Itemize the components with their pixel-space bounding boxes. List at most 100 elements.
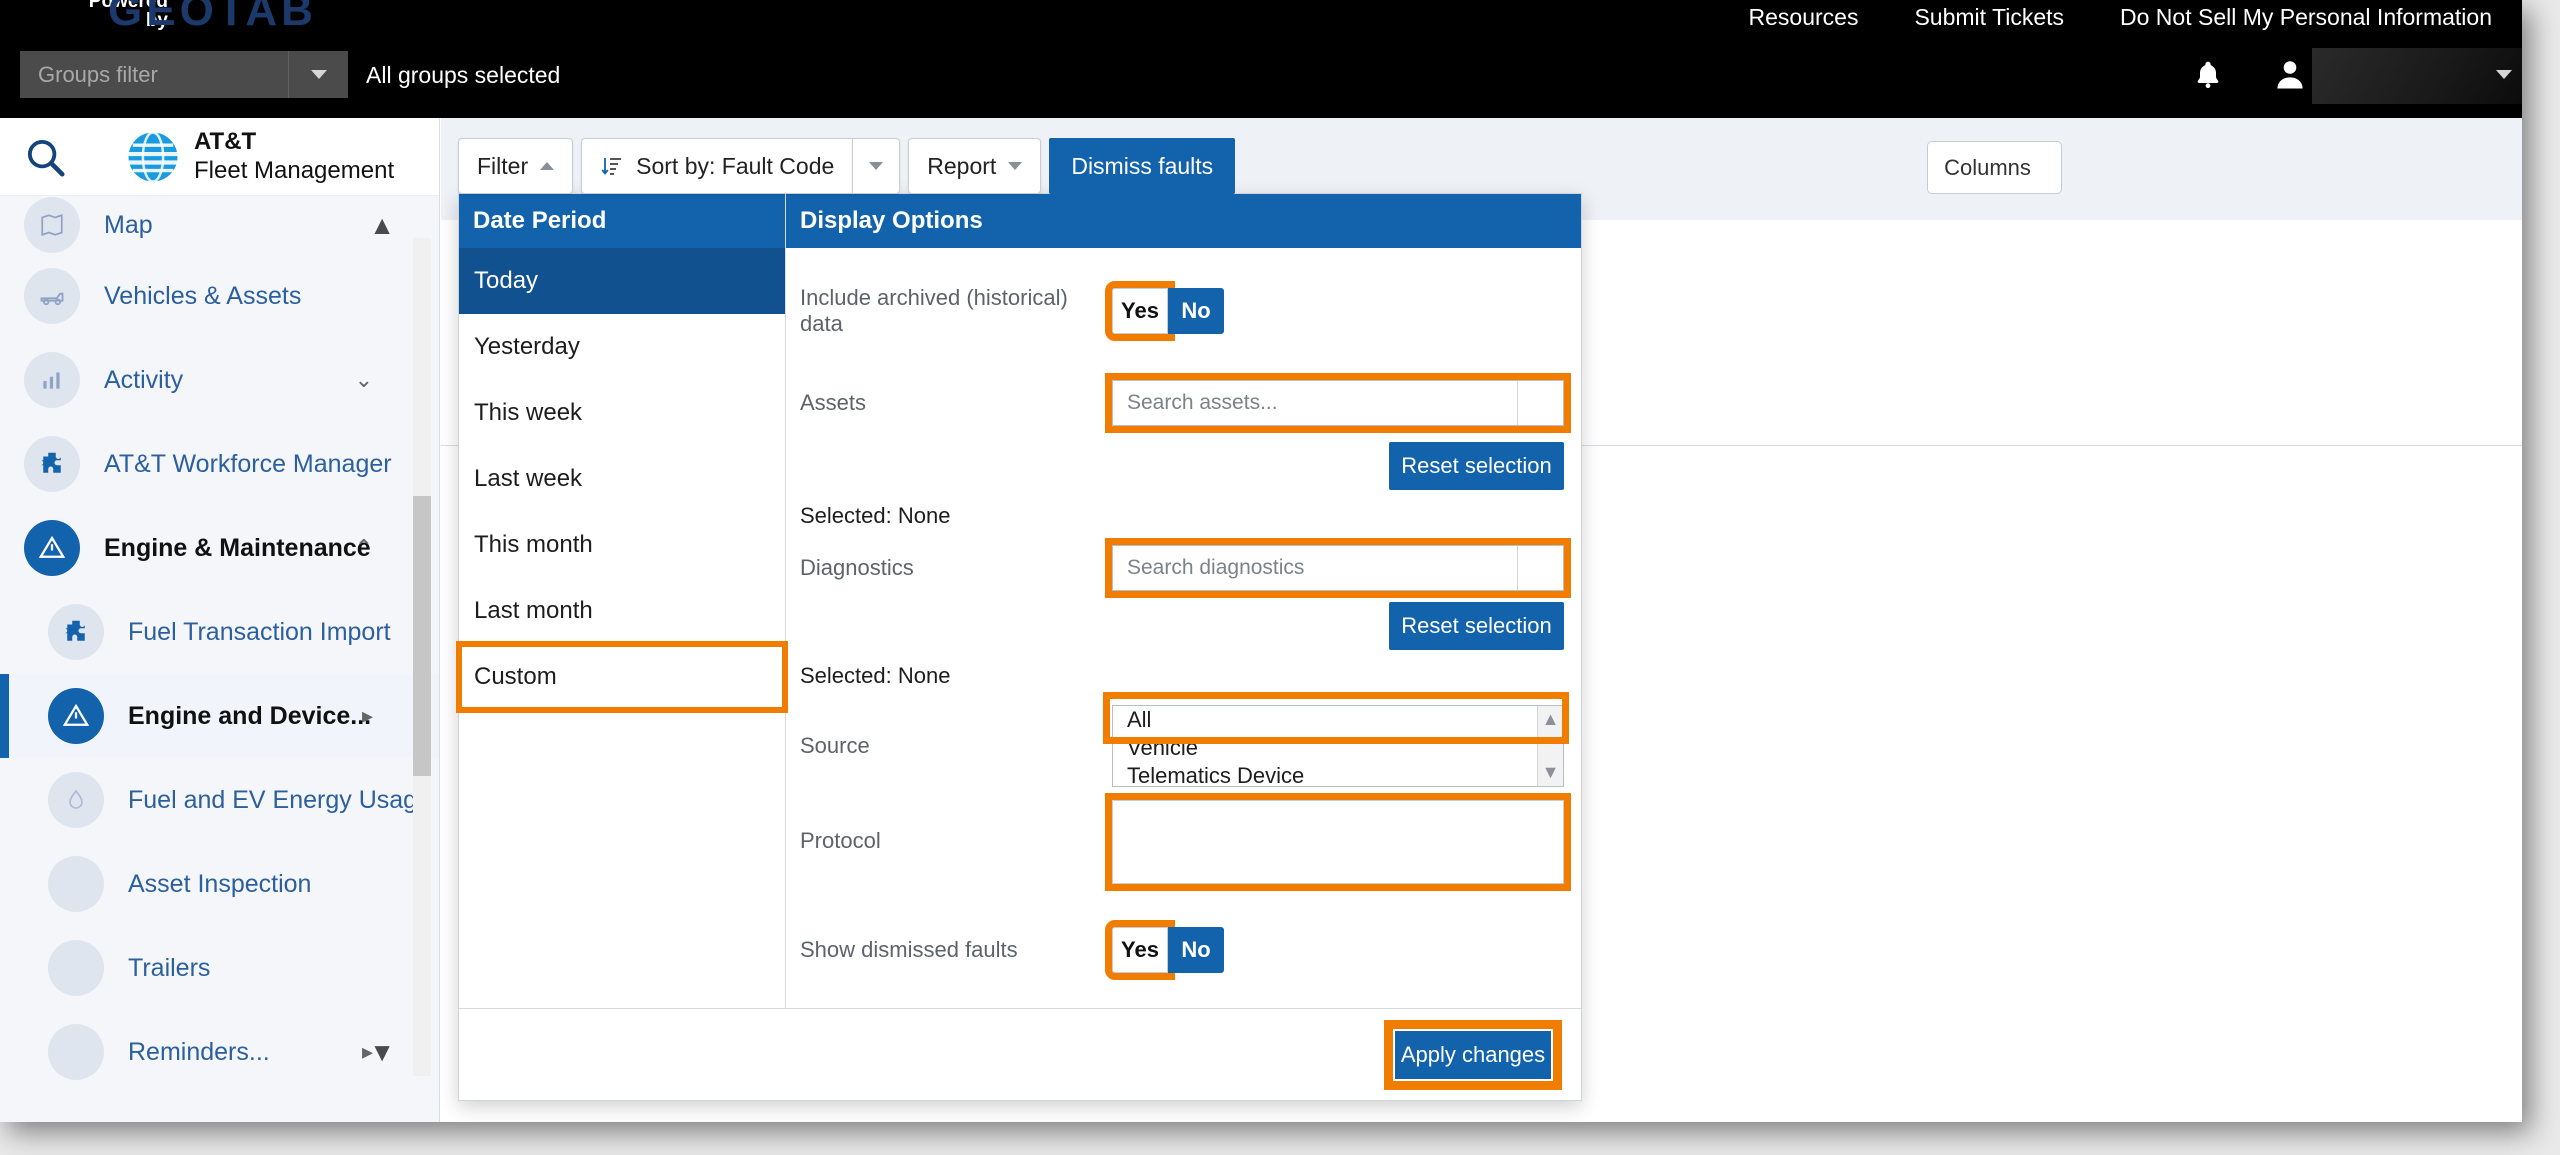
groups-selected-label: All groups selected: [366, 62, 561, 88]
date-option-this-month[interactable]: This month: [459, 512, 785, 578]
chevron-down-icon[interactable]: ⌄: [355, 367, 373, 393]
sidebar-item-engine-and-device[interactable]: Engine and Device... ▸: [0, 674, 439, 758]
source-option-telematics-device[interactable]: Telematics Device: [1113, 762, 1537, 786]
link-do-not-sell[interactable]: Do Not Sell My Personal Information: [2120, 4, 2492, 31]
assets-search-placeholder: Search assets...: [1127, 391, 1278, 414]
apply-changes-button[interactable]: Apply changes: [1384, 1019, 1562, 1090]
source-listbox[interactable]: All Vehicle Telematics Device ▲ ▼: [1112, 705, 1564, 787]
engine-warning-icon: [24, 520, 80, 576]
engine-warning-icon: [48, 688, 104, 744]
show-dismissed-no-button[interactable]: No: [1168, 927, 1224, 973]
top-header-bar: Powered by GEOTAB Resources Submit Ticke…: [0, 0, 2522, 118]
assets-dropdown-arrow[interactable]: [1517, 381, 1563, 425]
sidebar-item-label: AT&T Workforce Manager: [104, 449, 392, 478]
sidebar-scroll-area: Map ▲ Vehicles & Assets Activity ⌄ AT&T …: [0, 196, 439, 1122]
source-option-all[interactable]: All: [1113, 706, 1537, 734]
sidebar-scroll-down-arrow[interactable]: ▼: [369, 1037, 395, 1068]
groups-filter-caret[interactable]: [288, 51, 348, 98]
diagnostics-dropdown-arrow[interactable]: [1517, 546, 1563, 590]
diagnostics-selected-row: Selected: None: [786, 654, 1581, 698]
sidebar-item-label: Trailers: [128, 953, 211, 982]
source-label: Source: [800, 733, 870, 758]
assets-reset-selection-button[interactable]: Reset selection: [1389, 442, 1564, 490]
diagnostics-row: Diagnostics Search diagnostics: [786, 538, 1581, 598]
sidebar-item-map[interactable]: Map ▲: [0, 196, 439, 254]
app-root: Powered by GEOTAB Resources Submit Ticke…: [0, 0, 2560, 1155]
inspection-icon: [48, 856, 104, 912]
date-option-today[interactable]: Today: [459, 248, 785, 314]
filter-button-label: Filter: [477, 152, 529, 179]
sidebar-header: AT&T Fleet Management: [0, 118, 439, 196]
date-option-last-week[interactable]: Last week: [459, 446, 785, 512]
scroll-down-icon[interactable]: ▼: [1542, 762, 1560, 783]
assets-reset-row: Reset selection: [786, 438, 1581, 494]
dismiss-faults-button[interactable]: Dismiss faults: [1049, 138, 1236, 194]
sidebar-item-label: Engine & Maintenance: [104, 533, 371, 562]
sort-by-split-button: Sort by: Fault Code: [581, 138, 901, 194]
assets-search-input[interactable]: Search assets...: [1105, 373, 1571, 433]
include-archived-row: Include archived (historical) data Yes N…: [786, 276, 1581, 346]
browser-window: Powered by GEOTAB Resources Submit Ticke…: [0, 0, 2522, 1122]
link-resources[interactable]: Resources: [1749, 4, 1859, 31]
include-archived-label: Include archived (historical) data: [800, 285, 1068, 336]
sidebar-scroll-up-arrow[interactable]: ▲: [369, 210, 395, 241]
include-archived-yes-button[interactable]: Yes: [1105, 281, 1175, 341]
user-menu-chevron-down-icon[interactable]: [2496, 70, 2512, 79]
protocol-listbox[interactable]: [1105, 793, 1571, 891]
show-dismissed-yes-button[interactable]: Yes: [1105, 920, 1175, 980]
faults-toolbar: Filter Sort by: Fault Code Report Dismis…: [458, 138, 1236, 194]
chevron-right-icon[interactable]: ▸: [362, 703, 373, 729]
link-submit-tickets[interactable]: Submit Tickets: [1914, 4, 2064, 31]
sidebar-item-engine-maintenance[interactable]: Engine & Maintenance ⌃: [0, 506, 439, 590]
filter-button[interactable]: Filter: [458, 138, 574, 194]
puzzle-icon: [24, 436, 80, 492]
date-period-list: Today Yesterday This week Last week This…: [456, 248, 788, 1008]
display-options-column: Display Options Include archived (histor…: [786, 194, 1581, 1008]
source-option-vehicle[interactable]: Vehicle: [1113, 734, 1537, 762]
columns-button[interactable]: Columns: [1927, 141, 2062, 194]
sidebar-item-fuel-ev-energy-usage[interactable]: Fuel and EV Energy Usage: [0, 758, 439, 842]
bell-icon[interactable]: [2192, 58, 2224, 92]
sidebar-item-workforce-manager[interactable]: AT&T Workforce Manager: [0, 422, 439, 506]
sidebar-item-vehicles-assets[interactable]: Vehicles & Assets: [0, 254, 439, 338]
user-avatar-icon[interactable]: [2272, 56, 2308, 94]
display-options-body: Include archived (historical) data Yes N…: [786, 248, 1581, 1008]
sidebar-item-asset-inspection[interactable]: Asset Inspection: [0, 842, 439, 926]
filter-dropdown-panel: Date Period Today Yesterday This week La…: [456, 193, 1582, 1101]
sort-by-button[interactable]: Sort by: Fault Code: [581, 138, 853, 194]
sidebar-item-trailers[interactable]: Trailers: [0, 926, 439, 1010]
sidebar-item-reminders[interactable]: Reminders... ▸ ▼: [0, 1010, 439, 1094]
sidebar-scrollbar-thumb[interactable]: [413, 496, 431, 776]
sidebar-item-fuel-transaction-import[interactable]: Fuel Transaction Import: [0, 590, 439, 674]
geotab-logo: GEOTAB: [108, 0, 317, 35]
date-option-this-week[interactable]: This week: [459, 380, 785, 446]
assets-selected-row: Selected: None: [786, 494, 1581, 538]
chevron-up-icon[interactable]: ⌃: [355, 535, 373, 561]
scroll-up-icon[interactable]: ▲: [1542, 709, 1560, 730]
source-listbox-scrollbar[interactable]: ▲ ▼: [1537, 706, 1563, 786]
chart-icon: [24, 352, 80, 408]
sort-by-label: Sort by: Fault Code: [636, 152, 835, 179]
date-option-last-month[interactable]: Last month: [459, 578, 785, 644]
date-option-yesterday[interactable]: Yesterday: [459, 314, 785, 380]
diagnostics-reset-row: Reset selection: [786, 598, 1581, 654]
sidebar-item-label: Vehicles & Assets: [104, 281, 302, 310]
protocol-label: Protocol: [800, 828, 881, 853]
display-options-header: Display Options: [786, 194, 1581, 248]
diagnostics-reset-selection-button[interactable]: Reset selection: [1389, 602, 1564, 650]
groups-filter-dropdown[interactable]: Groups filter: [20, 51, 348, 98]
assets-selected-text: Selected: None: [800, 503, 951, 528]
app-title-line2: Fleet Management: [194, 156, 395, 184]
search-icon[interactable]: [22, 134, 68, 180]
sidebar-item-activity[interactable]: Activity ⌄: [0, 338, 439, 422]
sidebar-item-label: Asset Inspection: [128, 869, 312, 898]
diagnostics-label: Diagnostics: [800, 555, 914, 580]
report-button[interactable]: Report: [908, 138, 1042, 194]
date-option-custom[interactable]: Custom: [456, 641, 788, 713]
vehicle-icon: [24, 268, 80, 324]
diagnostics-search-input[interactable]: Search diagnostics: [1105, 538, 1571, 598]
assets-label: Assets: [800, 390, 867, 415]
include-archived-no-button[interactable]: No: [1168, 288, 1224, 334]
sort-by-dropdown-arrow[interactable]: [852, 138, 901, 194]
filter-panel-body: Date Period Today Yesterday This week La…: [456, 194, 1581, 1008]
